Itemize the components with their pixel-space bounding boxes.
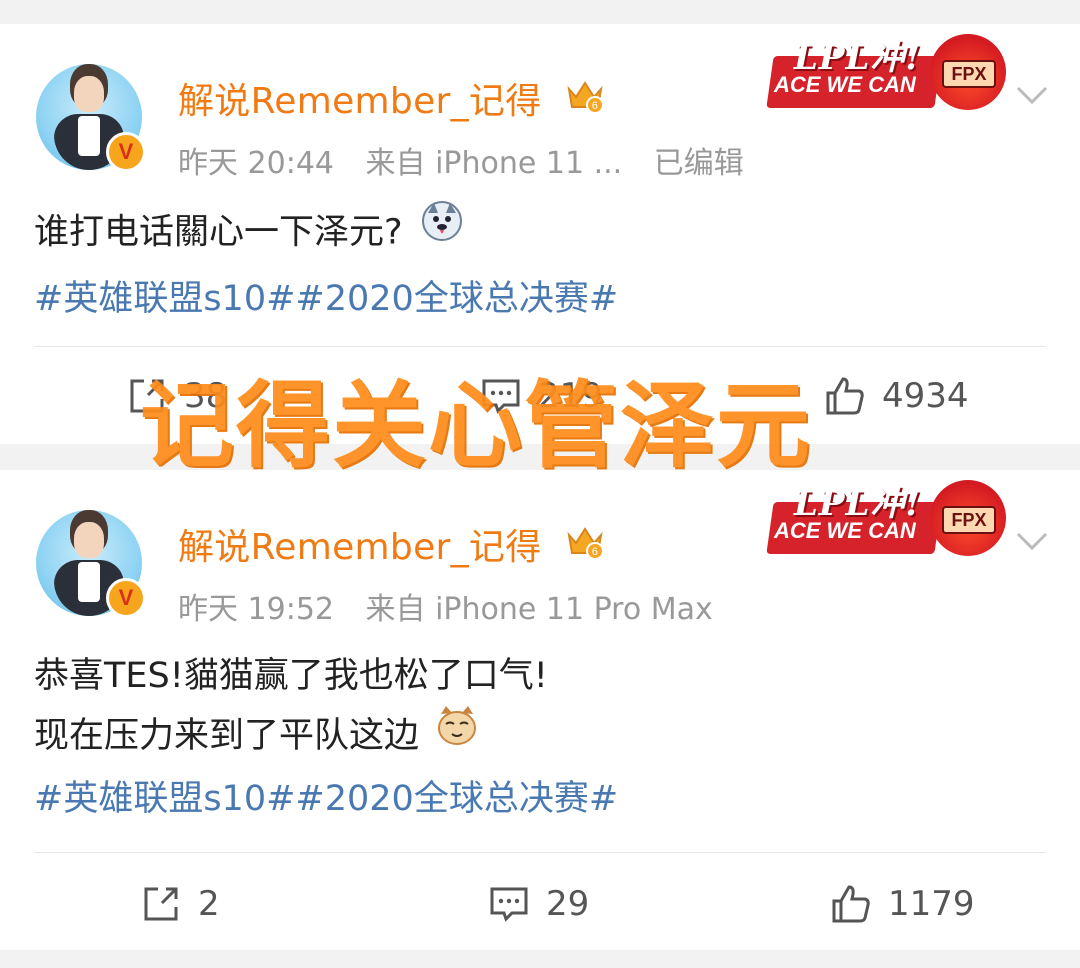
- avatar-shirt: [78, 116, 100, 156]
- promo-badge[interactable]: LPL冲! ACE WE CAN FPX: [766, 476, 1006, 558]
- verified-label: V: [118, 585, 134, 610]
- action-bar: 2 29 1179: [0, 864, 1080, 944]
- crown-icon: 6: [565, 75, 605, 124]
- divider: [34, 346, 1046, 347]
- repost-button[interactable]: 2: [138, 864, 220, 944]
- fpx-logo: FPX: [942, 60, 996, 88]
- verified-icon: V: [106, 132, 146, 172]
- avatar-shirt: [78, 562, 100, 602]
- avatar[interactable]: V: [36, 64, 146, 172]
- comment-icon: [490, 887, 528, 922]
- like-count: 1179: [888, 884, 975, 924]
- fpx-logo: FPX: [942, 506, 996, 534]
- post-content: 恭喜TES!貓猫赢了我也松了口气! 现在压力来到了平队这边: [34, 646, 548, 768]
- svg-text:6: 6: [592, 546, 598, 558]
- like-count: 4934: [882, 376, 969, 416]
- post-time: 昨天 19:52: [178, 592, 334, 627]
- chevron-down-icon[interactable]: [1012, 520, 1052, 560]
- overlay-caption: 记得关心管泽元: [140, 372, 813, 481]
- edited-label[interactable]: 已编辑: [654, 146, 744, 181]
- like-icon: [826, 377, 864, 415]
- username[interactable]: 解说Remember_记得 6: [178, 518, 605, 574]
- avatar[interactable]: V: [36, 510, 146, 618]
- like-button[interactable]: 4934: [822, 356, 969, 436]
- comment-button[interactable]: 29: [486, 864, 589, 944]
- avatar-head: [74, 76, 104, 112]
- topic-tags[interactable]: #英雄联盟s10##2020全球总决赛#: [34, 770, 618, 821]
- comment-count: 29: [546, 884, 590, 924]
- username-text[interactable]: 解说Remember_记得: [178, 81, 542, 122]
- like-button[interactable]: 1179: [828, 864, 975, 944]
- post-source[interactable]: 来自 iPhone 11 Pro Max: [366, 592, 713, 627]
- svg-text:6: 6: [592, 100, 598, 112]
- promo-ace-text: ACE WE CAN: [774, 518, 916, 543]
- like-icon: [832, 885, 870, 923]
- post-text-line: 恭喜TES!貓猫赢了我也松了口气!: [34, 656, 548, 696]
- husky-emoji-icon: [420, 199, 464, 262]
- cat-emoji-icon: [436, 704, 478, 765]
- promo-ace-text: ACE WE CAN: [774, 72, 916, 97]
- post-text-line: 现在压力来到了平队这边: [34, 704, 548, 768]
- promo-badge[interactable]: LPL冲! ACE WE CAN FPX: [766, 30, 1006, 112]
- topic-tags[interactable]: #英雄联盟s10##2020全球总决赛#: [34, 270, 618, 321]
- post-source[interactable]: 来自 iPhone 11 ...: [366, 146, 623, 181]
- chevron-down-icon[interactable]: [1012, 74, 1052, 114]
- verified-label: V: [118, 139, 134, 164]
- post-meta: 昨天 20:44 来自 iPhone 11 ... 已编辑: [178, 138, 766, 182]
- post-meta: 昨天 19:52 来自 iPhone 11 Pro Max: [178, 584, 735, 628]
- weibo-post-2: V 解说Remember_记得 6 昨天 19:52 来自 iPhone 11 …: [0, 470, 1080, 950]
- avatar-head: [74, 522, 104, 558]
- divider: [34, 852, 1046, 853]
- post-text-line: 谁打电话關心一下泽元?: [34, 212, 403, 253]
- username[interactable]: 解说Remember_记得 6: [178, 72, 605, 128]
- post-text-line-2: 现在压力来到了平队这边: [34, 716, 420, 756]
- crown-icon: 6: [565, 521, 605, 570]
- username-text[interactable]: 解说Remember_记得: [178, 527, 542, 568]
- repost-count: 2: [198, 884, 220, 924]
- repost-icon: [144, 887, 178, 921]
- post-time: 昨天 20:44: [178, 146, 334, 181]
- post-content: 谁打电话關心一下泽元?: [34, 199, 464, 265]
- verified-icon: V: [106, 578, 146, 618]
